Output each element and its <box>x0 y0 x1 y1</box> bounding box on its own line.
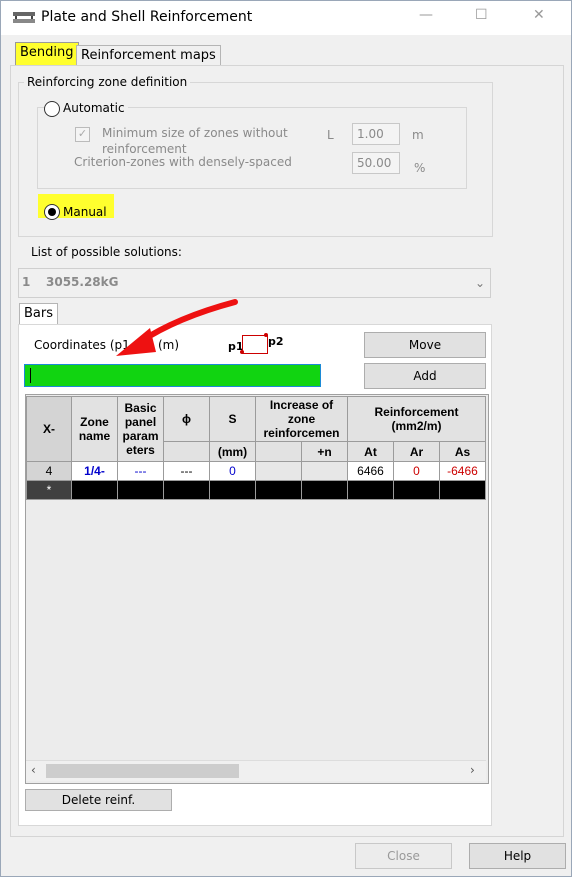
col-subheader-at: At <box>347 441 394 462</box>
manual-label: Manual <box>63 205 107 219</box>
l-label: L <box>327 128 334 142</box>
min-size-input[interactable]: 1.00 <box>352 123 400 145</box>
tab-bending[interactable]: Bending <box>15 42 79 66</box>
new-row-cell[interactable] <box>439 480 486 500</box>
close-window-button[interactable]: ✕ <box>533 7 545 23</box>
text-cursor <box>30 368 31 383</box>
col-subheader-ar: Ar <box>393 441 440 462</box>
solution-index: 1 <box>22 275 31 289</box>
new-row-cell[interactable] <box>117 480 164 500</box>
col-subheader-plus-n: +n <box>301 441 348 462</box>
row-x-cell[interactable]: 4 <box>26 461 72 481</box>
tab-bars[interactable]: Bars <box>19 303 59 326</box>
delete-reinf-button[interactable]: Delete reinf. <box>25 789 172 811</box>
app-icon <box>13 12 35 23</box>
new-row-marker: * <box>26 480 72 500</box>
bars-table: X- Zone name Basic panel param eters ϕ S… <box>26 395 486 500</box>
criterion-input[interactable]: 50.00 <box>352 152 400 174</box>
min-size-checkbox[interactable]: ✓ <box>75 127 90 142</box>
col-header-zone-name[interactable]: Zone name <box>71 396 118 462</box>
annotation-arrow-icon <box>116 299 238 356</box>
s-cell[interactable]: 0 <box>209 461 256 481</box>
tab-reinforcement-maps[interactable]: Reinforcement maps <box>76 45 221 66</box>
p1-p2-icon <box>242 335 268 354</box>
criterion-unit: % <box>414 161 426 175</box>
col-subheader-increase-1 <box>255 441 302 462</box>
min-size-label-2: reinforcement <box>102 142 187 156</box>
increase-cell-2[interactable] <box>301 461 348 481</box>
move-button[interactable]: Move <box>364 332 486 358</box>
close-button[interactable]: Close <box>355 843 452 869</box>
horizontal-scrollbar[interactable]: ‹ › <box>26 760 486 781</box>
add-button[interactable]: Add <box>364 363 486 389</box>
automatic-label: Automatic <box>60 101 128 115</box>
p2-label: p2 <box>268 335 284 348</box>
new-row[interactable]: * <box>26 480 486 500</box>
new-row-cell[interactable] <box>71 480 118 500</box>
zone-name-cell[interactable]: 1/4- <box>71 461 118 481</box>
phi-cell[interactable]: --- <box>163 461 210 481</box>
at-cell[interactable]: 6466 <box>347 461 394 481</box>
automatic-radio[interactable] <box>44 101 60 117</box>
col-header-increase[interactable]: Increase of zone reinforcemen <box>255 395 348 443</box>
scrollbar-thumb[interactable] <box>46 764 239 778</box>
as-cell[interactable]: -6466 <box>439 461 486 481</box>
zone-definition-legend: Reinforcing zone definition <box>24 75 191 89</box>
solutions-dropdown[interactable]: 1 3055.28kG ⌄ <box>18 268 491 298</box>
chevron-down-icon[interactable]: ⌄ <box>475 276 485 290</box>
table-row[interactable]: 4 1/4- --- --- 0 6466 0 -6466 <box>26 461 486 481</box>
scroll-left-icon[interactable]: ‹ <box>31 763 36 777</box>
col-header-phi[interactable]: ϕ <box>163 395 210 443</box>
new-row-cell[interactable] <box>209 480 256 500</box>
increase-cell-1[interactable] <box>255 461 302 481</box>
col-header-s[interactable]: S <box>209 395 256 443</box>
col-subheader-s-unit: (mm) <box>209 441 256 462</box>
new-row-cell[interactable] <box>163 480 210 500</box>
min-size-label: Minimum size of zones without <box>102 126 288 140</box>
window-title: Plate and Shell Reinforcement <box>41 9 253 25</box>
new-row-cell[interactable] <box>347 480 394 500</box>
col-header-reinforcement[interactable]: Reinforcement (mm2/m) <box>347 395 486 443</box>
scroll-right-icon[interactable]: › <box>470 763 475 777</box>
col-subheader-phi <box>163 441 210 462</box>
col-subheader-as: As <box>439 441 486 462</box>
min-size-unit: m <box>412 128 424 142</box>
criterion-label: Criterion-zones with densely-spaced <box>74 155 292 169</box>
maximize-button[interactable]: ☐ <box>475 7 488 23</box>
basic-panel-cell[interactable]: --- <box>117 461 164 481</box>
help-button[interactable]: Help <box>469 843 566 869</box>
col-header-basic-panel[interactable]: Basic panel param eters <box>117 396 164 462</box>
minimize-button[interactable]: — <box>419 7 433 23</box>
new-row-cell[interactable] <box>393 480 440 500</box>
solution-value: 3055.28kG <box>46 275 119 289</box>
new-row-cell[interactable] <box>255 480 302 500</box>
new-row-cell[interactable] <box>301 480 348 500</box>
manual-radio[interactable] <box>44 204 60 220</box>
solutions-label: List of possible solutions: <box>31 245 182 259</box>
title-bar: Plate and Shell Reinforcement — ☐ ✕ <box>1 1 571 35</box>
ar-cell[interactable]: 0 <box>393 461 440 481</box>
col-header-x[interactable]: X- <box>26 396 72 462</box>
